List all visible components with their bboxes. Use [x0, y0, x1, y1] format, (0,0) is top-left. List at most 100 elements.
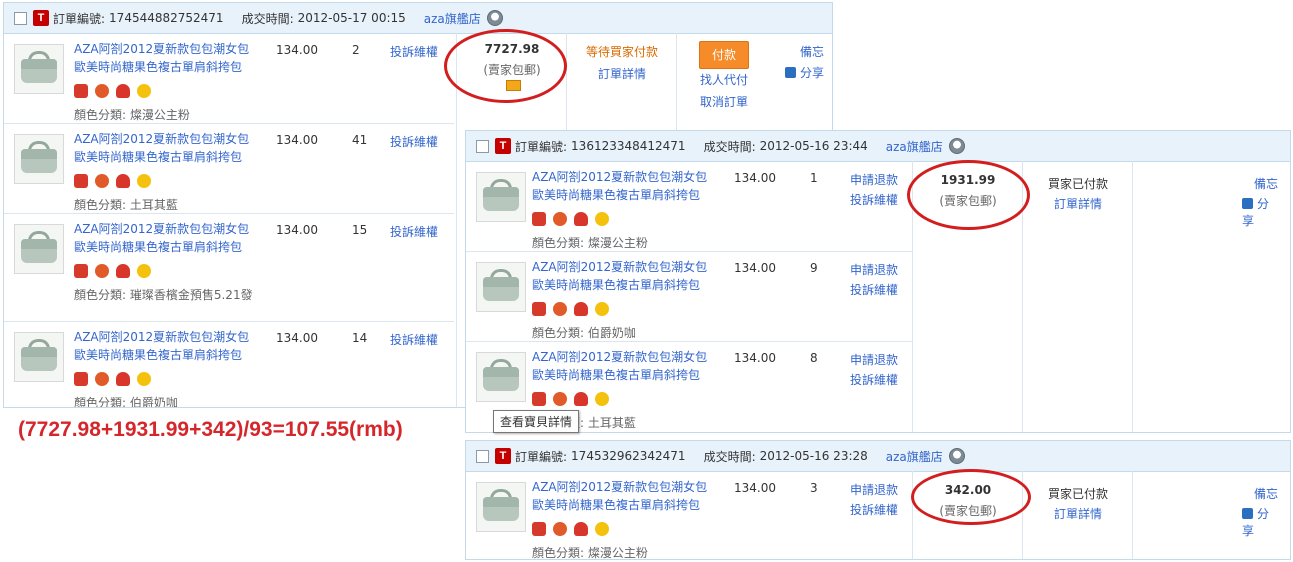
status-column: 買家已付款 訂單詳情	[1022, 471, 1133, 559]
highlight-circle	[907, 160, 1030, 230]
credit-icon	[137, 372, 151, 386]
tmall-icon: T	[495, 448, 511, 464]
order-time: 2012-05-17 00:15	[297, 11, 406, 25]
product-name-link[interactable]: AZA阿劄2012夏新款包包潮女包歐美時尚糖果色複古單肩斜挎包	[532, 348, 712, 384]
order-time: 2012-05-16 23:28	[759, 449, 868, 463]
share-link-wrapper[interactable]: 分享	[1242, 505, 1278, 539]
quantity: 8	[810, 351, 818, 365]
product-color: 顏色分類: 燦漫公主粉	[74, 108, 190, 122]
complaint-link[interactable]: 投訴維權	[850, 190, 898, 210]
unit-price: 134.00	[734, 171, 776, 185]
wangwang-chat-icon[interactable]	[486, 10, 503, 26]
wangwang-chat-icon[interactable]	[948, 448, 965, 464]
service-icons	[532, 522, 609, 538]
quantity: 3	[810, 481, 818, 495]
complaint-link[interactable]: 投訴維權	[850, 500, 898, 520]
pay-button[interactable]: 付款	[699, 41, 749, 69]
order-number-label: 訂單編號:	[53, 11, 106, 26]
credit-icon	[595, 392, 609, 406]
refund-link[interactable]: 申請退款	[850, 480, 898, 500]
return-icon	[116, 264, 130, 278]
product-thumbnail[interactable]	[14, 224, 64, 274]
wangwang-chat-icon[interactable]	[948, 138, 965, 154]
quantity: 15	[352, 223, 368, 237]
complaint-link[interactable]: 投訴維權	[390, 42, 438, 62]
order-item-row: AZA阿劄2012夏新款包包潮女包歐美時尚糖果色複古單肩斜挎包 顏色分類: 燦漫…	[466, 472, 912, 559]
guarantee-icon	[532, 212, 546, 226]
credit-icon	[595, 522, 609, 536]
order-detail-link[interactable]: 訂單詳情	[1023, 195, 1133, 212]
product-thumbnail[interactable]	[476, 262, 526, 312]
return-icon	[116, 372, 130, 386]
genuine-icon	[553, 522, 567, 536]
shop-link[interactable]: aza旗艦店	[886, 448, 943, 465]
complaint-link[interactable]: 投訴維權	[390, 132, 438, 152]
note-link[interactable]: 備忘	[1254, 485, 1278, 502]
product-name-link[interactable]: AZA阿劄2012夏新款包包潮女包歐美時尚糖果色複古單肩斜挎包	[74, 130, 254, 166]
service-icons	[532, 392, 609, 408]
return-icon	[574, 302, 588, 316]
order-header: T 訂單編號: 136123348412471 成交時間: 2012-05-16…	[466, 131, 1290, 162]
credit-icon	[137, 84, 151, 98]
refund-link[interactable]: 申請退款	[850, 350, 898, 370]
product-thumbnail[interactable]	[14, 134, 64, 184]
product-name-link[interactable]: AZA阿劄2012夏新款包包潮女包歐美時尚糖果色複古單肩斜挎包	[74, 220, 254, 256]
product-thumbnail[interactable]	[476, 482, 526, 532]
product-thumbnail[interactable]	[476, 172, 526, 222]
product-name-link[interactable]: AZA阿劄2012夏新款包包潮女包歐美時尚糖果色複古單肩斜挎包	[74, 328, 254, 364]
genuine-icon	[95, 84, 109, 98]
service-icons	[532, 212, 609, 228]
complaint-link[interactable]: 投訴維權	[390, 222, 438, 242]
genuine-icon	[95, 264, 109, 278]
order-panel-3: T 訂單編號: 174532962342471 成交時間: 2012-05-16…	[465, 440, 1291, 560]
order-detail-link[interactable]: 訂單詳情	[567, 65, 677, 82]
quantity: 2	[352, 43, 360, 57]
order-header: T 訂單編號: 174532962342471 成交時間: 2012-05-16…	[466, 441, 1290, 472]
order-checkbox[interactable]	[476, 449, 489, 463]
refund-link[interactable]: 申請退款	[850, 170, 898, 190]
cancel-order-link[interactable]: 取消訂單	[677, 93, 771, 110]
share-link-wrapper[interactable]: 分享	[1242, 195, 1278, 229]
operation-column	[1132, 471, 1243, 559]
complaint-link[interactable]: 投訴維權	[850, 370, 898, 390]
product-name-link[interactable]: AZA阿劄2012夏新款包包潮女包歐美時尚糖果色複古單肩斜挎包	[532, 478, 712, 514]
note-link[interactable]: 備忘	[1254, 175, 1278, 192]
highlight-circle	[444, 29, 567, 103]
return-icon	[116, 174, 130, 188]
note-link[interactable]: 備忘	[800, 43, 824, 60]
unit-price: 134.00	[276, 331, 318, 345]
return-icon	[116, 84, 130, 98]
share-icon	[1242, 508, 1253, 519]
product-name-link[interactable]: AZA阿劄2012夏新款包包潮女包歐美時尚糖果色複古單肩斜挎包	[74, 40, 254, 76]
product-thumbnail[interactable]	[14, 44, 64, 94]
guarantee-icon	[74, 372, 88, 386]
shop-link[interactable]: aza旗艦店	[424, 10, 481, 27]
quantity: 14	[352, 331, 368, 345]
proxy-pay-link[interactable]: 找人代付	[677, 71, 771, 88]
credit-icon	[595, 302, 609, 316]
product-thumbnail[interactable]	[14, 332, 64, 382]
note-column: 備忘 分享	[1242, 161, 1290, 432]
credit-icon	[137, 264, 151, 278]
order-time-label: 成交時間:	[703, 139, 756, 154]
order-item-row: AZA阿劄2012夏新款包包潮女包歐美時尚糖果色複古單肩斜挎包 顏色分類: 燦漫…	[466, 162, 912, 252]
order-number: 136123348412471	[571, 139, 686, 153]
unit-price: 134.00	[276, 223, 318, 237]
share-link-wrapper[interactable]: 分享	[784, 64, 824, 81]
refund-link[interactable]: 申請退款	[850, 260, 898, 280]
complaint-link[interactable]: 投訴維權	[390, 330, 438, 350]
shop-link[interactable]: aza旗艦店	[886, 138, 943, 155]
genuine-icon	[553, 302, 567, 316]
product-name-link[interactable]: AZA阿劄2012夏新款包包潮女包歐美時尚糖果色複古單肩斜挎包	[532, 168, 712, 204]
genuine-icon	[95, 174, 109, 188]
order-checkbox[interactable]	[14, 11, 27, 25]
unit-price: 134.00	[734, 261, 776, 275]
complaint-link[interactable]: 投訴維權	[850, 280, 898, 300]
share-link[interactable]: 分享	[800, 66, 824, 80]
product-thumbnail[interactable]	[476, 352, 526, 402]
order-item-row: AZA阿劄2012夏新款包包潮女包歐美時尚糖果色複古單肩斜挎包 顏色分類: 土耳…	[4, 124, 454, 214]
product-name-link[interactable]: AZA阿劄2012夏新款包包潮女包歐美時尚糖果色複古單肩斜挎包	[532, 258, 712, 294]
guarantee-icon	[532, 392, 546, 406]
order-checkbox[interactable]	[476, 139, 489, 153]
order-detail-link[interactable]: 訂單詳情	[1023, 505, 1133, 522]
